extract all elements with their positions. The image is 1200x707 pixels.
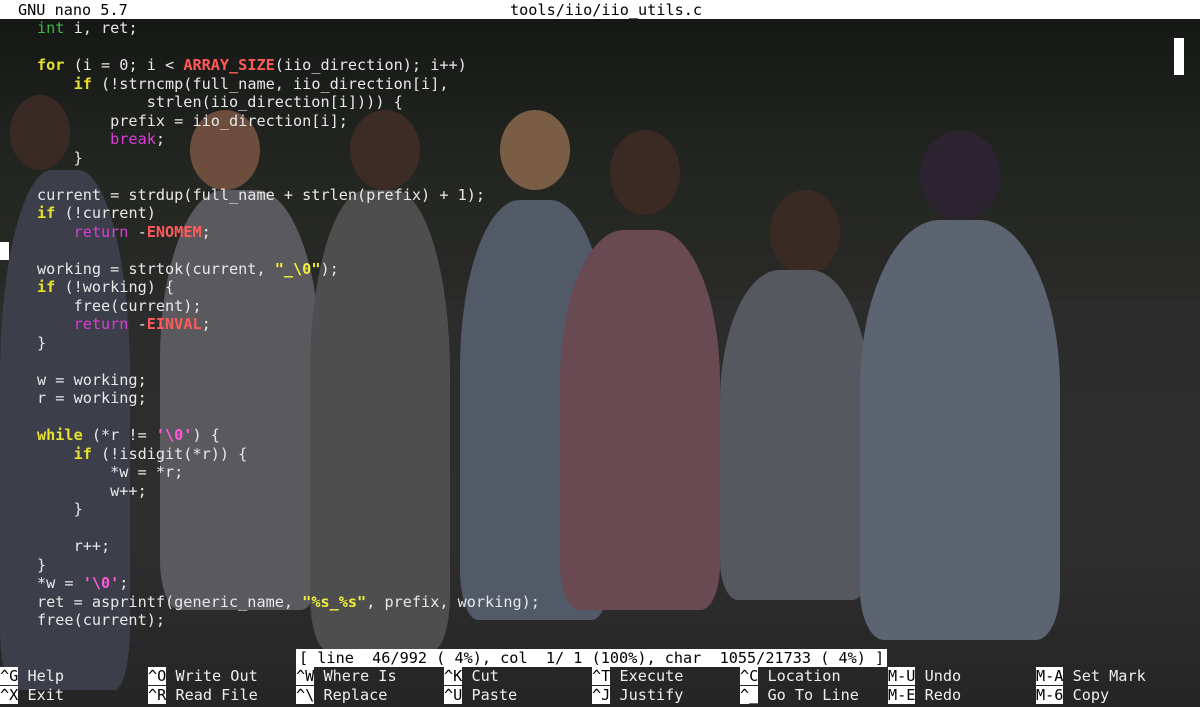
shortcut-label: Replace: [314, 686, 388, 704]
code-line[interactable]: free(current);: [0, 611, 1170, 630]
shortcut-key: M-A: [1036, 667, 1064, 685]
code-line[interactable]: break;: [0, 130, 1170, 149]
code-line[interactable]: [0, 38, 1170, 57]
app-name: GNU nano 5.7: [18, 1, 128, 19]
shortcut-key: ^G: [0, 667, 19, 685]
code-line[interactable]: w = working;: [0, 371, 1170, 390]
shortcut-paste[interactable]: ^U Paste: [444, 686, 517, 705]
code-line[interactable]: }: [0, 556, 1170, 575]
code-line[interactable]: *w = *r;: [0, 463, 1170, 482]
code-line[interactable]: [0, 352, 1170, 371]
shortcut-key: M-E: [888, 686, 916, 704]
shortcut-set-mark[interactable]: M-A Set Mark: [1036, 667, 1146, 686]
shortcut-bar: ^G Help ^X Exit ^O Write Out ^R Read File ^W…: [0, 667, 1200, 707]
shortcut-label: Exit: [18, 686, 65, 704]
code-line[interactable]: }: [0, 334, 1170, 353]
shortcut-label: Read File: [166, 686, 258, 704]
code-line[interactable]: for (i = 0; i < ARRAY_SIZE(iio_direction…: [0, 56, 1170, 75]
code-line[interactable]: return -ENOMEM;: [0, 223, 1170, 242]
code-line[interactable]: }: [0, 149, 1170, 168]
code-line[interactable]: w++;: [0, 482, 1170, 501]
shortcut-redo[interactable]: M-E Redo: [888, 686, 961, 705]
shortcut-key: M-6: [1036, 686, 1064, 704]
editor-text-area[interactable]: int i, ret; for (i = 0; i < ARRAY_SIZE(i…: [0, 19, 1170, 630]
shortcut-justify[interactable]: ^J Justify: [592, 686, 683, 705]
shortcut-key: ^O: [148, 667, 167, 685]
code-line[interactable]: while (*r != '\0') {: [0, 426, 1170, 445]
shortcut-exit[interactable]: ^X Exit: [0, 686, 64, 705]
shortcut-key: ^C: [740, 667, 759, 685]
code-line[interactable]: *w = '\0';: [0, 574, 1170, 593]
code-line[interactable]: if (!current): [0, 204, 1170, 223]
title-bar: GNU nano 5.7 tools/iio/iio_utils.c: [0, 0, 1200, 19]
shortcut-key: ^X: [0, 686, 19, 704]
shortcut-label: Location: [758, 667, 841, 685]
code-line[interactable]: [0, 408, 1170, 427]
code-line[interactable]: prefix = iio_direction[i];: [0, 112, 1170, 131]
shortcut-label: Justify: [610, 686, 684, 704]
shortcut-location[interactable]: ^C Location: [740, 667, 841, 686]
shortcut-label: Write Out: [166, 667, 258, 685]
code-line[interactable]: [0, 519, 1170, 538]
scrollbar-thumb[interactable]: [1174, 38, 1184, 75]
shortcut-key: ^T: [592, 667, 611, 685]
shortcut-key: ^J: [592, 686, 611, 704]
shortcut-label: Set Mark: [1063, 667, 1146, 685]
code-line[interactable]: r = working;: [0, 389, 1170, 408]
shortcut-label: Undo: [915, 667, 962, 685]
shortcut-read-file[interactable]: ^R Read File: [148, 686, 258, 705]
shortcut-replace[interactable]: ^\ Replace: [296, 686, 387, 705]
code-line[interactable]: [0, 167, 1170, 186]
shortcut-key: ^K: [444, 667, 463, 685]
code-line[interactable]: return -EINVAL;: [0, 315, 1170, 334]
shortcut-label: Where Is: [314, 667, 397, 685]
shortcut-cut[interactable]: ^K Cut: [444, 667, 499, 686]
code-line[interactable]: free(current);: [0, 297, 1170, 316]
code-line[interactable]: if (!strncmp(full_name, iio_direction[i]…: [0, 75, 1170, 94]
shortcut-label: Go To Line: [758, 686, 859, 704]
shortcut-undo[interactable]: M-U Undo: [888, 667, 961, 686]
shortcut-label: Cut: [462, 667, 499, 685]
code-line[interactable]: ret = asprintf(generic_name, "%s_%s", pr…: [0, 593, 1170, 612]
code-line[interactable]: if (!working) {: [0, 278, 1170, 297]
shortcut-label: Paste: [462, 686, 518, 704]
code-line[interactable]: if (!isdigit(*r)) {: [0, 445, 1170, 464]
code-line[interactable]: working = strtok(current, "_\0");: [0, 260, 1170, 279]
shortcut-copy[interactable]: M-6 Copy: [1036, 686, 1109, 705]
code-line[interactable]: strlen(iio_direction[i]))) {: [0, 93, 1170, 112]
shortcut-label: Copy: [1063, 686, 1110, 704]
shortcut-key: ^U: [444, 686, 463, 704]
shortcut-key: ^W: [296, 667, 315, 685]
code-line[interactable]: }: [0, 500, 1170, 519]
shortcut-execute[interactable]: ^T Execute: [592, 667, 683, 686]
shortcut-label: Redo: [915, 686, 962, 704]
cursor-position-status: [ line 46/992 ( 4%), col 1/ 1 (100%), ch…: [296, 649, 888, 667]
file-path: tools/iio/iio_utils.c: [510, 1, 703, 19]
code-line[interactable]: current = strdup(full_name + strlen(pref…: [0, 186, 1170, 205]
shortcut-write-out[interactable]: ^O Write Out: [148, 667, 258, 686]
shortcut-where-is[interactable]: ^W Where Is: [296, 667, 397, 686]
code-line[interactable]: r++;: [0, 537, 1170, 556]
shortcut-key: ^\: [296, 686, 315, 704]
shortcut-label: Help: [18, 667, 65, 685]
shortcut-help[interactable]: ^G Help: [0, 667, 64, 686]
shortcut-key: ^R: [148, 686, 167, 704]
code-line[interactable]: [0, 241, 1170, 260]
shortcut-key: ^_: [740, 686, 759, 704]
cursor-line-marker: [0, 242, 9, 260]
shortcut-key: M-U: [888, 667, 916, 685]
shortcut-label: Execute: [610, 667, 684, 685]
shortcut-go-to-line[interactable]: ^_ Go To Line: [740, 686, 859, 705]
code-line[interactable]: int i, ret;: [0, 19, 1170, 38]
